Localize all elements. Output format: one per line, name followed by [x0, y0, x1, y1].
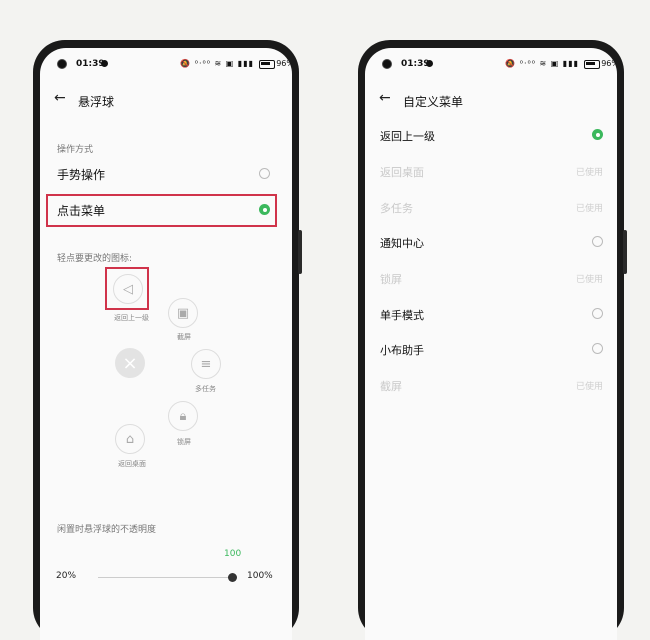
status-bar: 01:39 🔕 ⁰·⁰⁰ ≋ ▣ ▮▮▮ 96%: [365, 58, 617, 74]
menu-item-used: 已使用: [575, 168, 603, 178]
opacity-min-label: 20%: [56, 571, 77, 581]
menu-item-label: 小布助手: [380, 344, 424, 357]
ball-lock-label: 锁屏: [177, 438, 191, 446]
ball-close-icon[interactable]: ×: [115, 348, 145, 378]
menu-item: 锁屏 已使用: [380, 268, 603, 288]
menu-item[interactable]: 小布助手: [380, 339, 603, 359]
menu-item[interactable]: 返回上一级: [380, 125, 603, 145]
option-gesture-radio[interactable]: [259, 168, 270, 179]
ball-screenshot-icon[interactable]: ▣: [168, 298, 198, 328]
menu-item-label: 锁屏: [380, 273, 402, 286]
hint-label: 轻点要更改的图标:: [57, 254, 133, 264]
menu-item-used: 已使用: [575, 275, 603, 285]
left-phone: 01:39 🔕 ⁰·⁰⁰ ≋ ▣ ▮▮▮ 96% ← 悬浮球 操作方式 手势操作…: [33, 40, 302, 640]
ball-home-label: 返回桌面: [118, 460, 146, 468]
front-camera: [57, 59, 67, 69]
page-title: 自定义菜单: [403, 95, 464, 109]
menu-item-used: 已使用: [575, 204, 603, 214]
menu-item-used: 已使用: [575, 382, 603, 392]
left-header: ← 悬浮球: [40, 90, 292, 112]
ball-multitask-icon[interactable]: ≡: [191, 349, 221, 379]
side-button: [298, 230, 302, 274]
opacity-slider-knob[interactable]: [228, 573, 237, 582]
status-bar: 01:39 🔕 ⁰·⁰⁰ ≋ ▣ ▮▮▮ 96%: [40, 58, 292, 74]
menu-item-label: 通知中心: [380, 237, 424, 250]
menu-item-label: 单手模式: [380, 309, 424, 322]
ball-back-label: 返回上一级: [114, 314, 149, 322]
menu-item-label: 返回上一级: [380, 130, 435, 143]
right-header: ← 自定义菜单: [365, 90, 617, 112]
menu-item: 返回桌面 已使用: [380, 161, 603, 181]
notification-dot-icon: [426, 60, 433, 67]
ball-back-icon[interactable]: ◁: [113, 274, 143, 304]
page-title: 悬浮球: [78, 95, 115, 109]
notification-dot-icon: [101, 60, 108, 67]
section-label-operation: 操作方式: [57, 145, 94, 155]
menu-item-label: 返回桌面: [380, 166, 424, 179]
status-icons: 🔕 ⁰·⁰⁰ ≋ ▣ ▮▮▮: [180, 59, 254, 68]
battery-percent: 96%: [601, 59, 617, 68]
menu-item-radio[interactable]: [592, 308, 603, 319]
option-gesture-label[interactable]: 手势操作: [57, 166, 105, 183]
menu-item[interactable]: 通知中心: [380, 232, 603, 252]
menu-item: 多任务 已使用: [380, 197, 603, 217]
status-icons: 🔕 ⁰·⁰⁰ ≋ ▣ ▮▮▮: [505, 59, 579, 68]
left-screen: 01:39 🔕 ⁰·⁰⁰ ≋ ▣ ▮▮▮ 96% ← 悬浮球 操作方式 手势操作…: [40, 48, 292, 640]
menu-item-radio[interactable]: [592, 129, 603, 140]
menu-item-radio[interactable]: [592, 343, 603, 354]
ball-home-icon[interactable]: ⌂: [115, 424, 145, 454]
menu-item: 截屏 已使用: [380, 375, 603, 395]
opacity-value: 100: [224, 549, 242, 559]
back-arrow-icon[interactable]: ←: [54, 90, 66, 106]
opacity-slider-track[interactable]: [98, 577, 233, 578]
right-phone: 01:39 🔕 ⁰·⁰⁰ ≋ ▣ ▮▮▮ 96% ← 自定义菜单 返回上一级 返…: [358, 40, 627, 640]
menu-item[interactable]: 单手模式: [380, 304, 603, 324]
menu-item-label: 截屏: [380, 380, 402, 393]
ball-lock-icon[interactable]: 🔒︎: [168, 401, 198, 431]
menu-item-radio[interactable]: [592, 236, 603, 247]
front-camera: [382, 59, 392, 69]
opacity-label: 闲置时悬浮球的不透明度: [57, 525, 157, 535]
option-menu-label[interactable]: 点击菜单: [57, 202, 105, 219]
ball-screenshot-label: 截屏: [177, 333, 191, 341]
ball-multitask-label: 多任务: [195, 385, 216, 393]
battery-percent: 96%: [276, 59, 292, 68]
battery-icon: [584, 60, 600, 69]
side-button: [623, 230, 627, 274]
right-screen: 01:39 🔕 ⁰·⁰⁰ ≋ ▣ ▮▮▮ 96% ← 自定义菜单 返回上一级 返…: [365, 48, 617, 640]
opacity-max-label: 100%: [247, 571, 273, 581]
battery-icon: [259, 60, 275, 69]
back-arrow-icon[interactable]: ←: [379, 90, 391, 106]
option-menu-radio[interactable]: [259, 204, 270, 215]
menu-item-label: 多任务: [380, 202, 413, 215]
